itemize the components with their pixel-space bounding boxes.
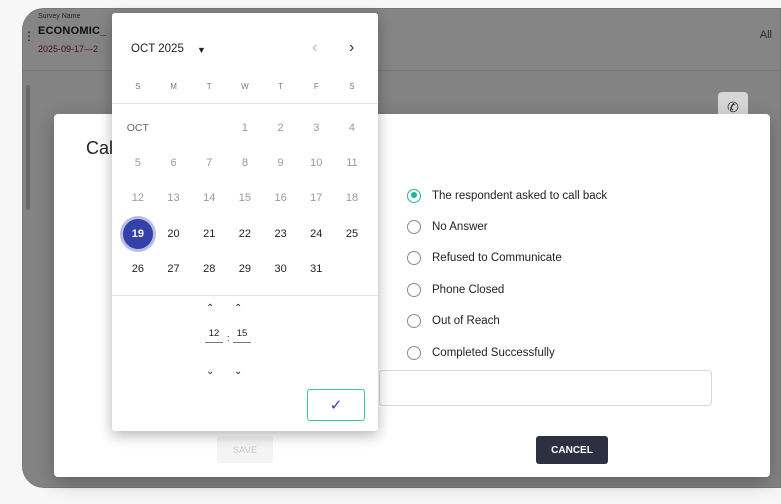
day-cell: 4 [348,121,356,134]
confirm-button[interactable]: ✓ [307,389,365,421]
radio-option[interactable]: No Answer [407,211,607,242]
save-button[interactable]: SAVE [217,436,273,463]
day-cell: 11 [346,157,358,170]
day-cell: 8 [241,157,248,170]
empty-day-cell [334,255,370,283]
day-cell[interactable]: 29 [227,255,263,283]
day-cell[interactable]: 20 [156,220,192,248]
hour-down-chevron-icon[interactable]: ⌄ [206,366,214,377]
chevron-right-icon[interactable]: › [349,39,354,57]
day-cell[interactable]: 22 [227,220,263,248]
weekday-label: M [170,82,177,91]
radio-option-label: No Answer [432,221,488,234]
radio-option-label: Completed Successfully [432,346,555,359]
radio-button-icon[interactable] [407,251,421,266]
day-cell[interactable]: 26 [120,255,156,283]
day-cell[interactable]: 27 [156,255,192,283]
hour-up-chevron-icon[interactable]: ⌃ [206,303,214,314]
divider [112,295,378,296]
minute-down-chevron-icon[interactable]: ⌄ [234,366,242,377]
cancel-button[interactable]: CANCEL [536,436,608,464]
day-cell[interactable]: 30 [263,255,299,283]
day-cell: 7 [206,157,213,170]
note-input[interactable] [379,370,712,406]
date-time-picker: OCT 2025 ▼ ‹ › SMTWTFS OCT 1 2 3 4 5 6 7 8 9 10 11 1… [112,13,378,431]
day-cell: 9 [277,157,284,170]
day-cell[interactable]: 25 [334,220,370,248]
radio-button-icon[interactable] [407,314,421,329]
day-cell: 12 [131,192,144,205]
radio-option[interactable]: Phone Closed [407,274,607,305]
day-cell: 10 [310,157,323,170]
chevron-left-icon[interactable]: ‹ [312,39,317,57]
weekday-header: SMTWTFS [120,82,370,91]
day-cell: 18 [345,192,359,205]
selected-day-cell[interactable]: 19 [122,218,153,249]
radio-option-label: Refused to Communicate [432,252,562,265]
day-cell: 15 [238,192,252,205]
day-cell[interactable]: 24 [298,220,334,248]
day-cell: 1 [241,121,248,134]
radio-option-label: Phone Closed [432,283,505,296]
day-cell: 5 [134,157,141,170]
month-label: OCT [126,121,149,134]
day-cell: 13 [167,192,180,205]
weekday-label: S [349,82,355,91]
radio-button-icon[interactable] [407,282,421,297]
weekday-label: T [278,82,284,91]
day-cell: 16 [274,192,287,205]
minute-value[interactable]: 15 [233,328,251,343]
radio-option[interactable]: Refused to Communicate [407,243,607,274]
day-cell[interactable]: 31 [298,255,334,283]
radio-option-label: The respondent asked to call back [432,189,608,202]
radio-option-label: Out of Reach [432,315,500,328]
day-cell[interactable]: 21 [191,220,227,248]
divider [112,103,378,104]
radio-option[interactable]: The respondent asked to call back [407,180,607,211]
radio-option[interactable]: Out of Reach [407,306,607,337]
radio-option[interactable]: Completed Successfully [407,337,607,368]
scrollbar[interactable] [26,85,30,210]
day-cell: 14 [203,192,216,205]
radio-button-icon[interactable] [407,188,421,203]
time-separator: : [227,333,230,343]
weekday-label: W [241,82,249,91]
weekday-label: F [313,82,319,91]
day-cell[interactable]: 28 [191,255,227,283]
hour-value[interactable]: 12 [205,328,223,343]
picker-header: OCT 2025 ▼ ‹ › [112,13,378,87]
day-cell: 2 [277,121,284,134]
minute-up-chevron-icon[interactable]: ⌃ [234,303,242,314]
day-cell: 6 [170,157,177,170]
radio-button-icon[interactable] [407,345,421,360]
weekday-label: S [135,82,141,91]
day-grid: OCT 1 2 3 4 5 6 7 8 9 10 11 12 13 14 15 16 17 18 19 20 21 22 23… [120,110,370,287]
month-year-selector[interactable]: OCT 2025 [131,43,184,55]
empty-day-cell [191,114,227,142]
call-result-options: The respondent asked to call back No Answ… [407,180,607,368]
page-frame: ⋮ Survey Name ECONOMIC_ 2025-09-17—2 All… [0,0,781,504]
empty-day-cell [156,114,192,142]
dialog-title: Cal [86,138,114,158]
day-cell: 3 [313,121,320,134]
weekday-label: T [206,82,212,91]
radio-button-icon[interactable] [407,220,421,235]
caret-down-icon[interactable]: ▼ [197,45,206,55]
check-icon: ✓ [329,396,343,414]
day-cell: 17 [310,192,323,205]
day-cell[interactable]: 23 [263,220,299,248]
